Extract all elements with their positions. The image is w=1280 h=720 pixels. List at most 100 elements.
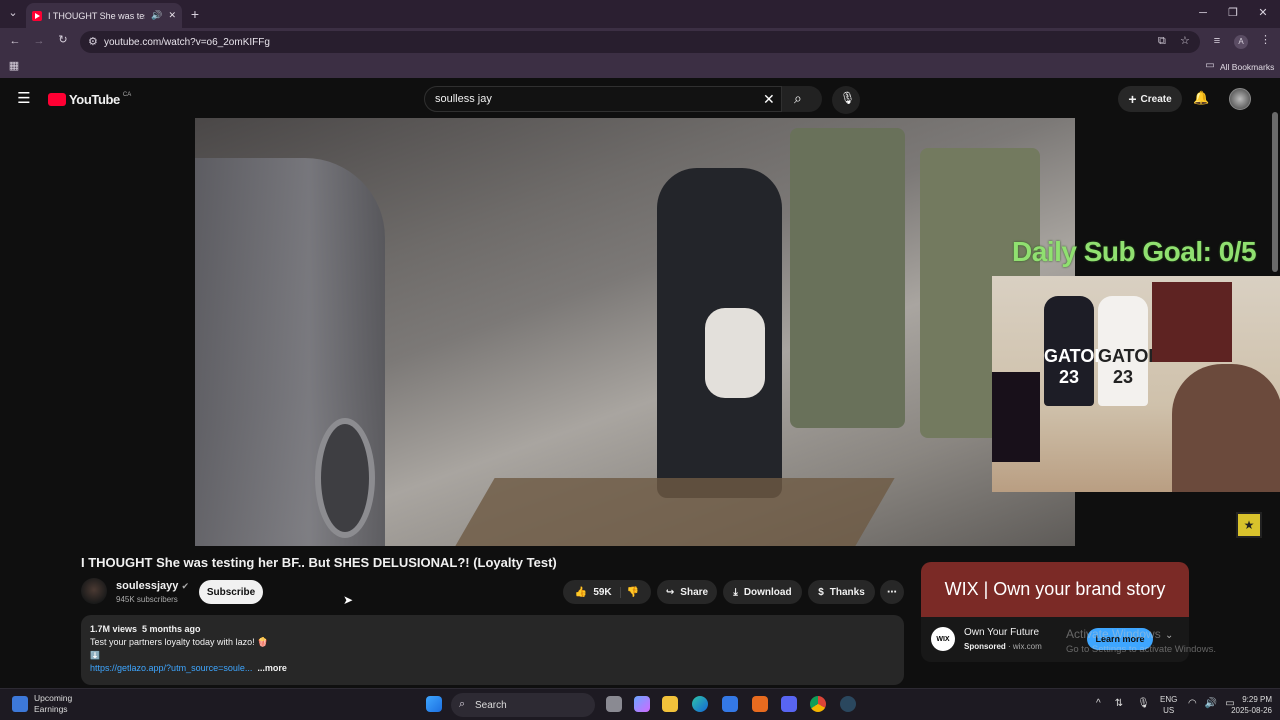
- video-bag-shape: [705, 308, 765, 398]
- like-count: 59K: [593, 586, 612, 598]
- restore-icon[interactable]: ❐: [1226, 8, 1240, 19]
- windows-start-icon[interactable]: [426, 696, 442, 712]
- store-icon[interactable]: [722, 696, 738, 712]
- clock-time: 9:29 PM: [1242, 695, 1272, 704]
- description-meta: 1.7M views 5 months ago: [90, 623, 895, 636]
- browser-tab[interactable]: I THOUGHT She was testing 🔊 ✕: [26, 3, 182, 28]
- mouse-cursor-icon: ➤: [343, 593, 354, 607]
- jersey-white: GATORS 23: [1098, 296, 1173, 406]
- hamburger-menu-icon[interactable]: ☰: [16, 91, 32, 106]
- video-title: I THOUGHT She was testing her BF.. But S…: [81, 555, 557, 570]
- edge-browser-icon[interactable]: [692, 696, 708, 712]
- back-icon[interactable]: ←: [8, 36, 22, 47]
- thanks-icon: $: [818, 586, 824, 598]
- menu-dots-icon[interactable]: ⋮: [1260, 35, 1271, 46]
- gaming-pc: [992, 372, 1040, 462]
- all-bookmarks-link[interactable]: All Bookmarks: [1220, 62, 1274, 72]
- folder-icon[interactable]: ▭: [1204, 61, 1216, 71]
- file-explorer-icon[interactable]: [662, 696, 678, 712]
- like-dislike-group: 👍 59K 👎: [563, 580, 651, 604]
- weather-subtitle: Earnings: [34, 704, 68, 714]
- search-input[interactable]: soulless jay ✕: [424, 86, 782, 112]
- address-bar[interactable]: ⚙ youtube.com/watch?v=o6_2omKIFFg ⧉ ☆: [80, 31, 1200, 53]
- ad-meta: Sponsored · wix.com: [964, 642, 1042, 651]
- activate-windows-title: Activate Windows: [1066, 627, 1161, 641]
- share-button[interactable]: ↪ Share: [657, 580, 717, 604]
- clock-date: 2025-08-26: [1231, 706, 1272, 715]
- forward-icon[interactable]: →: [32, 36, 46, 47]
- thanks-label: Thanks: [829, 586, 865, 598]
- tab-search-icon[interactable]: ⌄: [6, 8, 20, 19]
- region-code: CA: [122, 91, 132, 98]
- sponsored-label: Sponsored: [964, 642, 1006, 651]
- description-box[interactable]: 1.7M views 5 months ago Test your partne…: [81, 615, 904, 685]
- profile-avatar[interactable]: A: [1234, 35, 1248, 49]
- description-link[interactable]: https://getlazo.app/?utm_source=soule...: [90, 663, 252, 673]
- more-actions-button[interactable]: ⋯: [880, 580, 904, 604]
- network-activity-icon[interactable]: ⇅: [1115, 698, 1123, 709]
- tab-title: I THOUGHT She was testing: [48, 10, 145, 21]
- task-view-icon[interactable]: [606, 696, 622, 712]
- audio-icon[interactable]: 🔊: [151, 10, 162, 21]
- window-close-icon[interactable]: ✕: [1256, 8, 1270, 19]
- upload-age: 5 months ago: [142, 624, 201, 634]
- download-button[interactable]: ⤓ Download: [723, 580, 802, 604]
- ad-banner[interactable]: WIX | Own your brand story: [921, 562, 1189, 617]
- media-control-icon[interactable]: ≡: [1210, 36, 1224, 47]
- thumbs-down-icon[interactable]: 👎: [627, 587, 639, 598]
- bookmarks-bar: ▦ ▭ All Bookmarks: [0, 56, 1280, 78]
- voice-search-button[interactable]: 🎙: [832, 86, 860, 114]
- thanks-button[interactable]: $ Thanks: [808, 580, 875, 604]
- weather-title: Upcoming: [34, 693, 73, 703]
- youtube-logo-text: YouTube: [69, 92, 120, 107]
- create-label: Create: [1140, 93, 1172, 105]
- create-button[interactable]: + Create: [1118, 86, 1182, 112]
- mic-tray-icon[interactable]: 🎙: [1137, 698, 1150, 709]
- notifications-bell-icon[interactable]: 🔔: [1193, 91, 1209, 104]
- channel-name[interactable]: soulessjayy ✔: [116, 580, 189, 592]
- download-label: Download: [743, 586, 792, 598]
- minimize-icon[interactable]: ─: [1196, 8, 1210, 19]
- weather-widget[interactable]: Upcoming Earnings: [12, 693, 72, 715]
- channel-emblem-icon: ★: [1236, 512, 1262, 538]
- tray-chevron-icon[interactable]: ^: [1096, 698, 1101, 709]
- site-info-icon[interactable]: ⚙: [88, 37, 98, 48]
- copilot-icon[interactable]: [634, 696, 650, 712]
- tab-close-icon[interactable]: ✕: [168, 10, 176, 21]
- account-avatar[interactable]: [1229, 88, 1251, 110]
- app-orange-icon[interactable]: [752, 696, 768, 712]
- plus-icon: +: [1128, 91, 1137, 107]
- chrome-icon[interactable]: [810, 696, 826, 712]
- system-tray: ^ ⇅ 🎙: [1096, 698, 1150, 709]
- discord-icon[interactable]: [781, 696, 797, 712]
- cast-icon[interactable]: ⧉: [1158, 36, 1166, 47]
- language-indicator[interactable]: ENG US: [1160, 694, 1177, 716]
- reload-icon[interactable]: ↻: [56, 35, 70, 46]
- channel-avatar[interactable]: [81, 578, 107, 604]
- clear-search-icon[interactable]: ✕: [763, 92, 775, 106]
- jersey-black: GATORS 23: [1044, 296, 1119, 406]
- youtube-play-icon: [48, 93, 66, 106]
- taskbar-search[interactable]: ⌕ Search: [451, 693, 595, 717]
- steam-icon[interactable]: [840, 696, 856, 712]
- bookmark-star-icon[interactable]: ☆: [1180, 36, 1190, 47]
- apps-grid-icon[interactable]: ▦: [8, 61, 20, 72]
- search-icon: ⌕: [794, 90, 802, 106]
- youtube-header: ☰ YouTube CA soulless jay ✕ ⌕ 🎙 + Create…: [0, 78, 1280, 120]
- arrow-down-icon: ⬇️: [90, 651, 100, 660]
- subscribe-button[interactable]: Subscribe: [199, 580, 263, 604]
- region-code-tray: US: [1163, 706, 1175, 715]
- youtube-logo[interactable]: YouTube CA: [48, 92, 131, 107]
- video-player[interactable]: [195, 118, 1075, 546]
- wix-logo-icon: WIX: [931, 627, 955, 651]
- browser-toolbar: ← → ↻ ⚙ youtube.com/watch?v=o6_2omKIFFg …: [0, 28, 1280, 56]
- show-more-link[interactable]: ...more: [257, 663, 287, 673]
- activate-windows-watermark: Activate Windows Go to Settings to activ…: [1066, 626, 1216, 658]
- streamer-person: [1172, 364, 1280, 492]
- search-button[interactable]: ⌕: [782, 86, 822, 112]
- page-scrollbar[interactable]: [1272, 112, 1278, 272]
- new-tab-icon[interactable]: +: [188, 7, 202, 21]
- volume-icon: 🔊: [1204, 698, 1218, 709]
- clock[interactable]: 9:29 PM 2025-08-26: [1226, 694, 1272, 716]
- like-button[interactable]: 👍 59K: [575, 586, 621, 598]
